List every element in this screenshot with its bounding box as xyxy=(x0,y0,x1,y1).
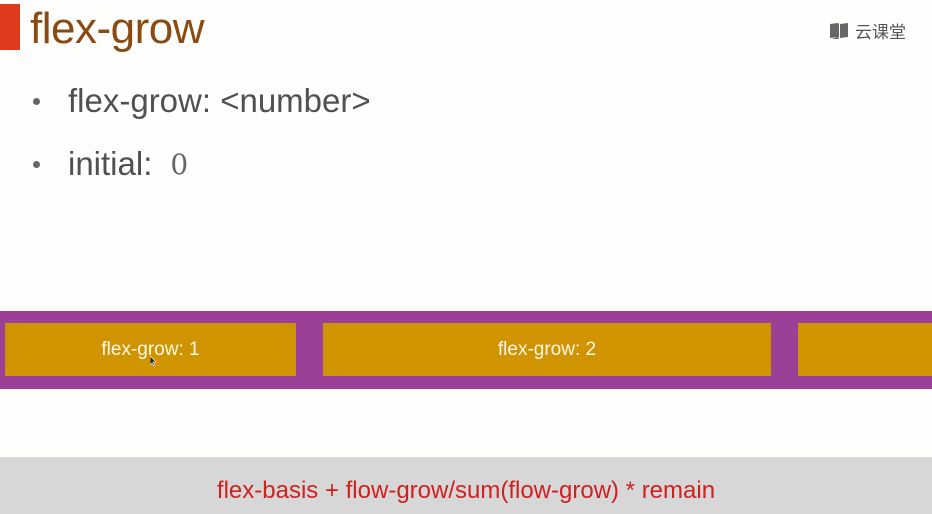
bullet-value: 0 xyxy=(170,147,189,181)
formula-text: flex-basis + flow-grow/sum(flow-grow) * … xyxy=(216,477,716,504)
bullet-item: initial: 0 xyxy=(30,141,371,187)
mouse-cursor-icon xyxy=(150,356,156,366)
flex-container-demo: flex-grow: 1 flex-grow: 2 xyxy=(0,311,932,389)
brand-text: 云课堂 xyxy=(855,23,906,42)
bullet-list: flex-grow: <number> initial: 0 xyxy=(30,78,371,204)
slide: flex-grow 云课堂 flex-grow: <number> initia… xyxy=(0,0,932,514)
bullet-item: flex-grow: <number> xyxy=(30,78,371,124)
book-icon xyxy=(830,22,848,39)
flex-item-3 xyxy=(798,323,932,376)
bullet-label: flex-grow: <number> xyxy=(68,82,371,119)
bullet-dot xyxy=(33,160,40,168)
slide-title: flex-grow xyxy=(30,4,205,53)
bullet-label: initial: xyxy=(68,145,153,182)
bullet-dot xyxy=(33,97,40,105)
formula-footer: flex-basis + flow-grow/sum(flow-grow) * … xyxy=(0,457,932,514)
title-marker xyxy=(0,4,20,50)
flex-item-label: flex-grow: 2 xyxy=(497,338,597,360)
brand-logo: 云课堂 xyxy=(829,18,906,43)
flex-item-2: flex-grow: 2 xyxy=(323,323,771,376)
flex-item-1: flex-grow: 1 xyxy=(5,323,296,376)
